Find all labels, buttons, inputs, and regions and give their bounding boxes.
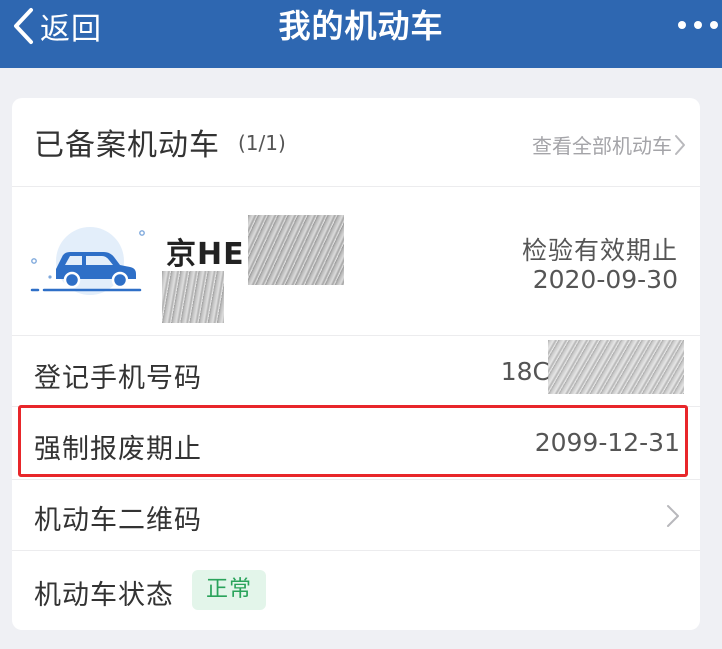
vehicle-qrcode-row[interactable]: 机动车二维码 — [12, 480, 700, 550]
car-illustration-icon — [30, 227, 145, 295]
more-button[interactable] — [678, 14, 718, 36]
vehicle-status-row: 机动车状态 正常 — [12, 551, 700, 630]
view-all-label: 查看全部机动车 — [532, 134, 672, 158]
registered-phone-row: 登记手机号码 18C — [12, 336, 700, 406]
inspection-expiry-label: 检验有效期止 — [521, 236, 678, 265]
status-badge: 正常 — [192, 570, 267, 610]
more-dot — [710, 21, 718, 29]
vehicle-status-label: 机动车状态 — [34, 580, 174, 611]
vehicle-count: (1/1) — [238, 131, 286, 155]
card-header: 已备案机动车 (1/1) 查看全部机动车 — [12, 98, 700, 186]
redaction-mask — [548, 340, 684, 394]
more-dot — [694, 21, 702, 29]
registered-phone-value: 18C — [500, 357, 550, 386]
view-all-vehicles-link[interactable]: 查看全部机动车 — [532, 130, 686, 159]
vehicle-qrcode-label: 机动车二维码 — [34, 505, 202, 536]
page-title: 我的机动车 — [278, 7, 444, 45]
chevron-right-icon — [675, 134, 685, 155]
redaction-mask — [248, 215, 344, 285]
vehicle-summary[interactable]: 京HE 检验有效期止 2020-09-30 — [12, 187, 700, 335]
chevron-right-icon — [667, 505, 679, 527]
registered-phone-label: 登记手机号码 — [34, 363, 202, 394]
more-dot — [678, 21, 686, 29]
inspection-expiry-date: 2020-09-30 — [532, 265, 678, 294]
vehicle-card: 已备案机动车 (1/1) 查看全部机动车 京HE 检验有效期止 2020-09-… — [12, 98, 700, 630]
card-header-title: 已备案机动车 — [34, 128, 220, 163]
license-plate: 京HE — [166, 237, 245, 272]
highlight-annotation — [18, 405, 688, 477]
redaction-mask — [162, 271, 224, 323]
navbar: 返回 我的机动车 — [0, 0, 722, 68]
